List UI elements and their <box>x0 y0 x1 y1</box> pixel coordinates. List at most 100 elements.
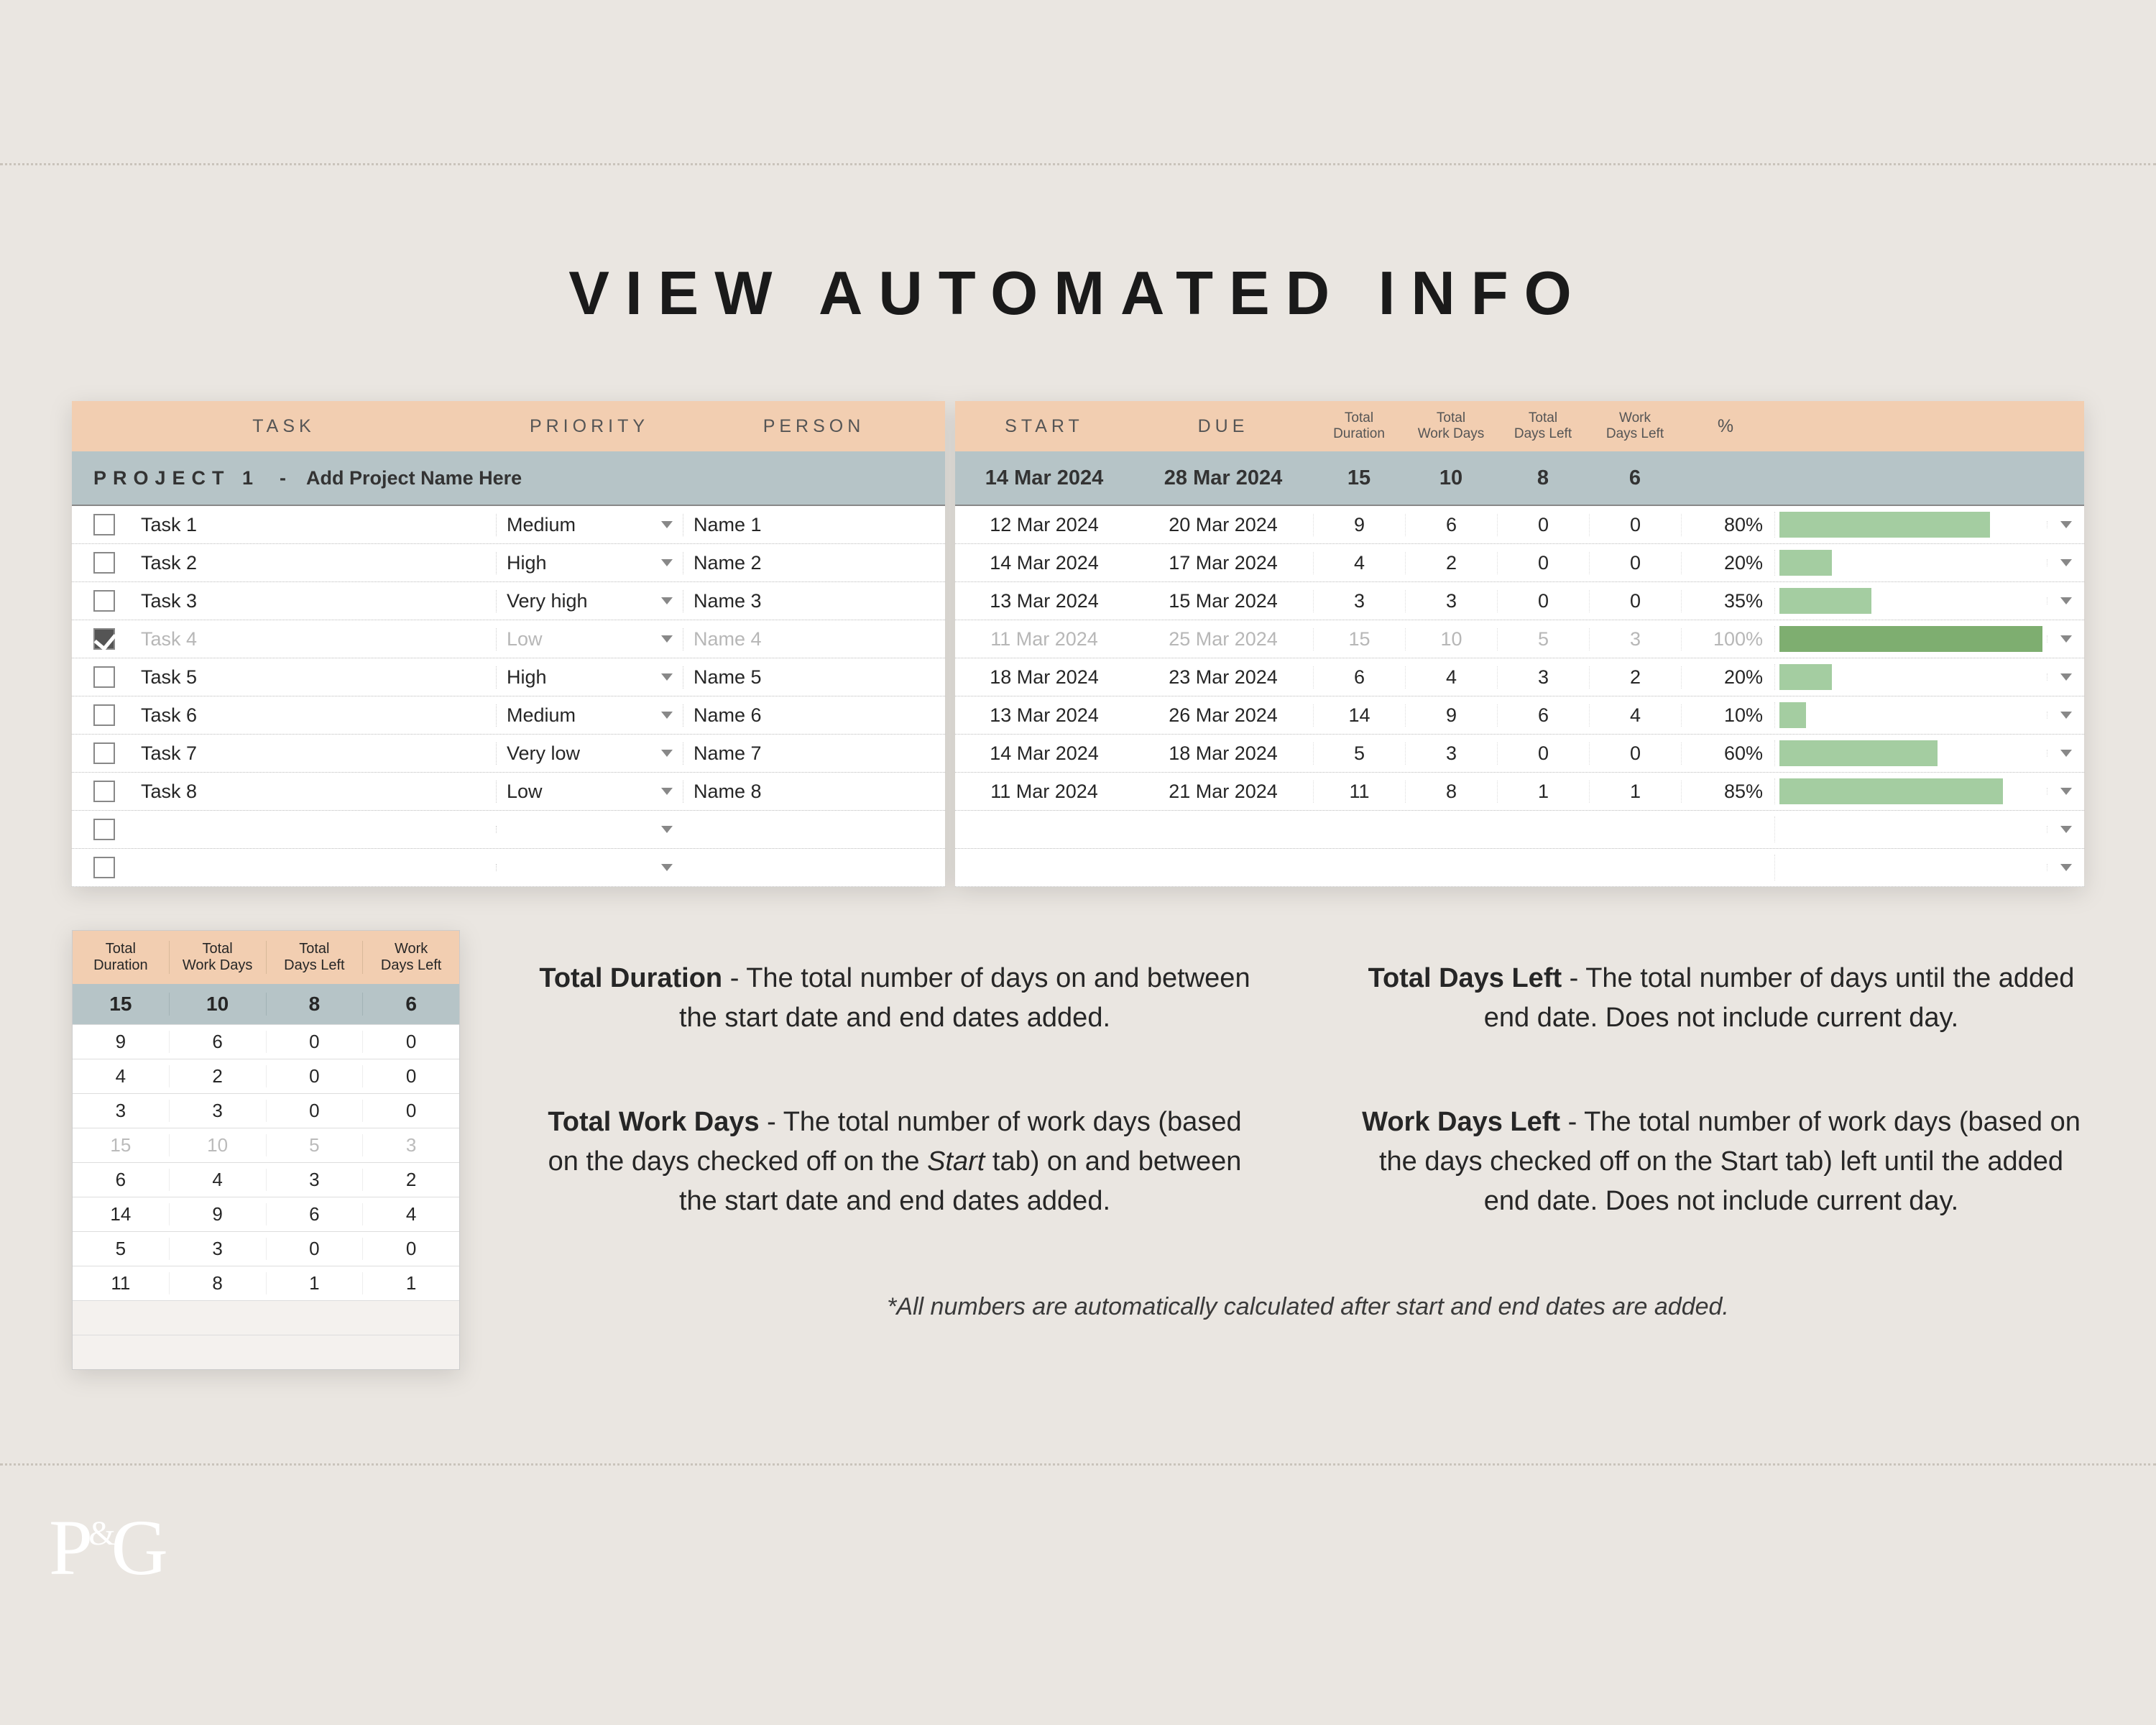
checkbox[interactable] <box>93 552 115 574</box>
start-cell[interactable]: 13 Mar 2024 <box>955 590 1133 612</box>
person-cell[interactable]: Name 4 <box>683 628 945 650</box>
chevron-down-icon[interactable] <box>2060 521 2072 528</box>
start-cell[interactable]: 14 Mar 2024 <box>955 552 1133 574</box>
start-cell[interactable]: 12 Mar 2024 <box>955 514 1133 536</box>
mini-summary-td: 15 <box>73 993 170 1016</box>
chevron-down-icon[interactable] <box>2060 826 2072 833</box>
task-cell[interactable]: Task 2 <box>137 552 496 574</box>
due-cell[interactable]: 23 Mar 2024 <box>1133 666 1313 689</box>
chevron-down-icon[interactable] <box>2060 597 2072 604</box>
due-cell[interactable]: 20 Mar 2024 <box>1133 514 1313 536</box>
due-cell[interactable]: 18 Mar 2024 <box>1133 742 1313 765</box>
explain-wrap: Total Duration - The total number of day… <box>532 930 2084 1321</box>
priority-cell[interactable]: High <box>496 666 683 689</box>
priority-cell[interactable]: Very low <box>496 742 683 765</box>
percent-cell: 20% <box>1681 666 1774 689</box>
checkbox[interactable] <box>93 666 115 688</box>
person-cell[interactable]: Name 6 <box>683 704 945 727</box>
task-cell[interactable]: Task 8 <box>137 781 496 803</box>
work-days-left-cell: 0 <box>1589 552 1681 574</box>
person-cell[interactable]: Name 8 <box>683 781 945 803</box>
chevron-down-icon[interactable] <box>2060 750 2072 757</box>
priority-cell[interactable]: Very high <box>496 590 683 612</box>
mini-table: TotalDuration TotalWork Days TotalDays L… <box>72 930 460 1370</box>
chevron-down-icon[interactable] <box>661 826 673 833</box>
priority-cell[interactable] <box>496 826 683 833</box>
checkbox[interactable] <box>93 628 115 650</box>
bar-cell <box>1774 778 2047 804</box>
checkbox[interactable] <box>93 704 115 726</box>
header-person: PERSON <box>683 416 945 437</box>
chevron-down-icon[interactable] <box>661 559 673 566</box>
task-cell[interactable]: Task 6 <box>137 704 496 727</box>
table-row: Task 3 Very high Name 3 <box>72 582 945 620</box>
header-total-work-days: TotalWork Days <box>1405 410 1497 442</box>
mini-row: 151053 <box>73 1128 459 1162</box>
chevron-down-icon[interactable] <box>661 750 673 757</box>
due-cell[interactable]: 21 Mar 2024 <box>1133 781 1313 803</box>
task-cell[interactable]: Task 7 <box>137 742 496 765</box>
chevron-down-icon[interactable] <box>2060 864 2072 871</box>
due-cell[interactable]: 26 Mar 2024 <box>1133 704 1313 727</box>
header-priority: PRIORITY <box>496 416 683 437</box>
table-row <box>955 849 2084 887</box>
task-cell[interactable]: Task 5 <box>137 666 496 689</box>
person-cell[interactable]: Name 7 <box>683 742 945 765</box>
priority-cell[interactable]: Medium <box>496 704 683 727</box>
due-cell[interactable]: 25 Mar 2024 <box>1133 628 1313 650</box>
explain-work-days-left: Work Days Left - The total number of wor… <box>1358 1103 2084 1221</box>
chevron-down-icon[interactable] <box>661 597 673 604</box>
left-rows: Task 1 Medium Name 1 Task 2 High Name 2 … <box>72 506 945 887</box>
total-days-left-cell: 0 <box>1497 742 1589 765</box>
checkbox[interactable] <box>93 514 115 535</box>
total-work-days-cell: 9 <box>1405 704 1497 727</box>
priority-cell[interactable]: Low <box>496 781 683 803</box>
mini-row: 3300 <box>73 1093 459 1128</box>
chevron-down-icon[interactable] <box>2060 712 2072 719</box>
chevron-down-icon[interactable] <box>661 635 673 643</box>
bar-cell <box>1774 740 2047 766</box>
checkbox[interactable] <box>93 819 115 840</box>
priority-cell[interactable] <box>496 864 683 871</box>
mini-summary-twd: 10 <box>170 993 267 1016</box>
person-cell[interactable]: Name 2 <box>683 552 945 574</box>
chevron-down-icon[interactable] <box>2060 635 2072 643</box>
chevron-down-icon[interactable] <box>661 788 673 795</box>
start-cell[interactable]: 11 Mar 2024 <box>955 781 1133 803</box>
person-cell[interactable]: Name 3 <box>683 590 945 612</box>
chevron-down-icon[interactable] <box>661 712 673 719</box>
priority-cell[interactable]: Low <box>496 628 683 650</box>
start-cell[interactable]: 11 Mar 2024 <box>955 628 1133 650</box>
table-row: 18 Mar 2024 23 Mar 2024 6 4 3 2 20% <box>955 658 2084 696</box>
priority-cell[interactable]: High <box>496 552 683 574</box>
task-cell[interactable]: Task 3 <box>137 590 496 612</box>
project-total-duration: 15 <box>1313 466 1405 490</box>
mini-header-tdl: TotalDays Left <box>267 941 364 974</box>
start-cell[interactable]: 18 Mar 2024 <box>955 666 1133 689</box>
due-cell[interactable]: 15 Mar 2024 <box>1133 590 1313 612</box>
checkbox[interactable] <box>93 742 115 764</box>
checkbox[interactable] <box>93 857 115 878</box>
checkbox[interactable] <box>93 781 115 802</box>
person-cell[interactable]: Name 5 <box>683 666 945 689</box>
due-cell[interactable]: 17 Mar 2024 <box>1133 552 1313 574</box>
checkbox[interactable] <box>93 590 115 612</box>
mini-row: 6432 <box>73 1162 459 1197</box>
bar-cell <box>1774 664 2047 690</box>
priority-cell[interactable]: Medium <box>496 514 683 536</box>
sheet: TASK PRIORITY PERSON PROJECT 1 - Add Pro… <box>72 401 2084 887</box>
chevron-down-icon[interactable] <box>2060 673 2072 681</box>
chevron-down-icon[interactable] <box>661 673 673 681</box>
start-cell[interactable]: 14 Mar 2024 <box>955 742 1133 765</box>
chevron-down-icon[interactable] <box>2060 559 2072 566</box>
task-cell[interactable]: Task 4 <box>137 628 496 650</box>
task-cell[interactable]: Task 1 <box>137 514 496 536</box>
person-cell[interactable]: Name 1 <box>683 514 945 536</box>
total-duration-cell: 11 <box>1313 781 1405 803</box>
start-cell[interactable]: 13 Mar 2024 <box>955 704 1133 727</box>
chevron-down-icon[interactable] <box>661 521 673 528</box>
mini-row: 4200 <box>73 1059 459 1093</box>
page-title: VIEW AUTOMATED INFO <box>57 259 2099 329</box>
chevron-down-icon[interactable] <box>661 864 673 871</box>
chevron-down-icon[interactable] <box>2060 788 2072 795</box>
